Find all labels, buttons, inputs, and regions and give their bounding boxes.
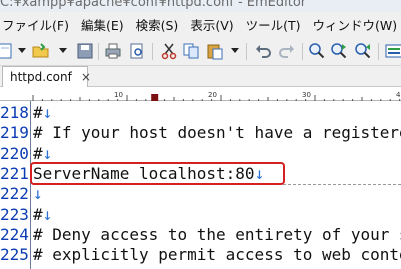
ruler-label: 20 — [208, 91, 217, 99]
menu-window[interactable]: ウィンドウ(W) — [311, 15, 401, 34]
menu-edit[interactable]: 編集(E) — [79, 15, 134, 34]
menu-bar: ファイル(F) 編集(E) 検索(S) 表示(V) ツール(T) ウィンドウ(W… — [0, 12, 401, 36]
code-text: # Deny access to the entirety of your se… — [33, 224, 401, 244]
redo-icon[interactable] — [278, 42, 296, 60]
find-previous-icon[interactable] — [354, 42, 372, 60]
ruler: 102030405060 — [0, 89, 401, 101]
line-number: 222 — [0, 184, 29, 204]
code-line[interactable]: # Deny access to the entirety of your se… — [33, 224, 401, 245]
menu-file[interactable]: ファイル(F) — [0, 15, 79, 34]
chevron-down-icon[interactable] — [59, 48, 67, 54]
close-icon[interactable]: × — [81, 70, 91, 84]
find-next-icon[interactable] — [330, 42, 348, 60]
line-number: 218 — [0, 103, 29, 122]
save-icon[interactable] — [76, 42, 94, 60]
toolbar — [0, 36, 401, 66]
new-document-icon[interactable] — [0, 42, 14, 60]
ruler-label: 10 — [114, 91, 123, 99]
find-icon[interactable] — [308, 42, 326, 60]
menu-view[interactable]: 表示(V) — [188, 15, 243, 34]
newline-mark-icon: ↓ — [42, 204, 53, 224]
menu-tools[interactable]: ツール(T) — [244, 15, 311, 34]
code-line[interactable]: #↓ — [33, 102, 52, 123]
window-title: C:¥xampp¥apache¥conf¥httpd.conf - EmEdit… — [0, 0, 307, 10]
print-preview-icon[interactable] — [128, 42, 146, 60]
open-folder-icon[interactable] — [32, 42, 50, 60]
code-text: # — [33, 204, 43, 224]
ruler-label: 30 — [302, 91, 311, 99]
undo-icon[interactable] — [254, 42, 272, 60]
ruler-caret-marker — [151, 94, 159, 101]
line-number: 220 — [0, 143, 29, 163]
line-number: 219 — [0, 123, 29, 143]
menu-search[interactable]: 検索(S) — [134, 15, 189, 34]
tab-httpd-conf[interactable]: httpd.conf × — [2, 66, 91, 87]
line-number: 224 — [0, 224, 29, 244]
code-text: # If your host doesn't have a registered — [33, 123, 401, 143]
print-icon[interactable] — [104, 42, 122, 60]
code-line[interactable]: #↓ — [33, 204, 52, 225]
properties-icon[interactable] — [385, 42, 401, 60]
code-line[interactable]: # If your host doesn't have a registered — [33, 122, 401, 143]
line-number: 223 — [0, 204, 29, 224]
code-text: # — [33, 143, 43, 163]
code-line[interactable]: # explicitly permit access to web conten… — [33, 244, 401, 265]
line-number: 221 — [0, 163, 29, 183]
code-line[interactable]: ↓ — [33, 183, 43, 204]
title-bar: C:¥xampp¥apache¥conf¥httpd.conf - EmEdit… — [0, 0, 401, 12]
editor-text-area[interactable]: #↓ # If your host doesn't have a register… — [33, 101, 401, 269]
code-line[interactable]: #↓ — [33, 143, 52, 164]
tab-label: httpd.conf — [10, 70, 72, 84]
tab-bar: httpd.conf × — [0, 66, 401, 87]
newline-mark-icon: ↓ — [33, 184, 43, 204]
code-text: # explicitly permit access to web conten… — [33, 245, 401, 265]
line-number-gutter: 218 219 220 221 222 223 224 225 — [0, 101, 31, 269]
newline-mark-icon: ↓ — [42, 143, 53, 163]
newline-mark-icon: ↓ — [42, 103, 53, 122]
copy-icon[interactable] — [182, 42, 200, 60]
chevron-down-icon[interactable] — [231, 48, 239, 54]
chevron-down-icon[interactable] — [18, 48, 26, 54]
paste-icon[interactable] — [206, 42, 224, 60]
ruler-label: 40 — [396, 91, 401, 99]
highlight-box — [30, 162, 285, 185]
code-text: # — [33, 103, 43, 122]
cut-icon[interactable] — [160, 42, 178, 60]
line-number: 225 — [0, 245, 29, 265]
